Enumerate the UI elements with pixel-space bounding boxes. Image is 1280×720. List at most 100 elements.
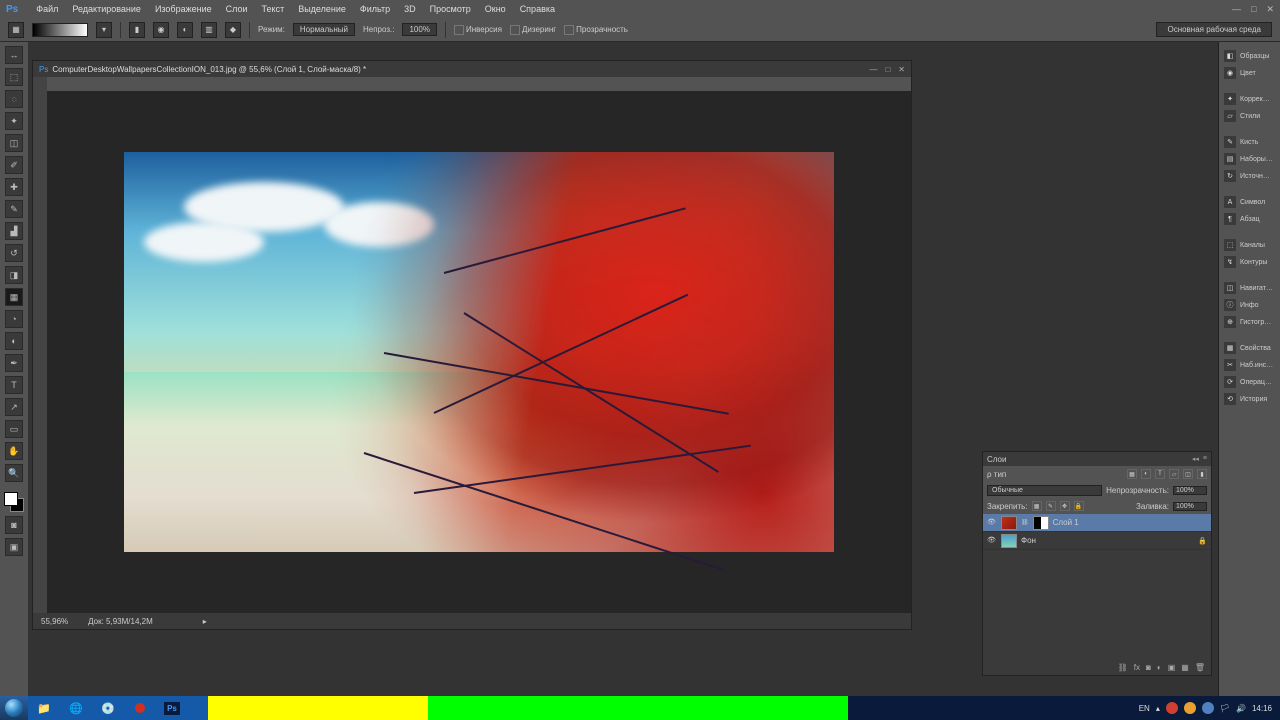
screenmode-tool[interactable]: ▣ [5, 538, 23, 556]
tray-icon[interactable] [1202, 702, 1214, 714]
wand-tool[interactable]: ✦ [5, 112, 23, 130]
gradient-type-reflected-icon[interactable]: ▥ [201, 22, 217, 38]
panel-tab[interactable]: ◫Навигат… [1221, 280, 1278, 296]
panel-tab[interactable]: ↯Контуры [1221, 254, 1278, 270]
mask-thumb[interactable] [1033, 516, 1049, 530]
panel-tab[interactable]: ✎Кисть [1221, 134, 1278, 150]
system-tray[interactable]: EN ▴ 🏳 🔊 14:16 [848, 696, 1280, 720]
mask-link-icon[interactable]: ⛓ [1021, 519, 1029, 526]
menu-select[interactable]: Выделение [298, 4, 346, 14]
menu-file[interactable]: Файл [36, 4, 58, 14]
tray-expand-icon[interactable]: ▴ [1156, 704, 1160, 713]
layer-fx-icon[interactable]: fx [1134, 663, 1140, 672]
opacity-select[interactable]: 100% [402, 23, 436, 36]
fill-input[interactable] [1173, 502, 1207, 511]
heal-tool[interactable]: ✚ [5, 178, 23, 196]
layer-thumb[interactable] [1001, 516, 1017, 530]
task-photoshop-icon[interactable]: Ps [156, 696, 188, 720]
color-swatch[interactable] [4, 492, 24, 512]
new-layer-icon[interactable]: ▦ [1181, 663, 1189, 672]
lock-position-icon[interactable]: ✥ [1060, 501, 1070, 511]
taskbar[interactable]: 📁 🌐 💿 Ps EN ▴ 🏳 🔊 14:16 [0, 696, 1280, 720]
path-tool[interactable]: ↗ [5, 398, 23, 416]
gradient-type-diamond-icon[interactable]: ◆ [225, 22, 241, 38]
task-record-icon[interactable] [124, 696, 156, 720]
new-group-icon[interactable]: ▣ [1168, 663, 1176, 672]
fg-color-swatch[interactable] [4, 492, 18, 506]
layers-panel-title[interactable]: Слои [987, 455, 1006, 464]
panel-collapse-icon[interactable]: ◂◂ [1192, 455, 1199, 463]
document-titlebar[interactable]: Ps ComputerDesktopWallpapersCollectionIO… [33, 61, 911, 77]
blend-mode-select-layers[interactable]: Обычные [987, 485, 1102, 496]
task-explorer-icon[interactable]: 📁 [28, 696, 60, 720]
tray-flag-icon[interactable]: 🏳 [1220, 704, 1230, 713]
panel-tab[interactable]: ¶Абзац [1221, 211, 1278, 227]
menu-layer[interactable]: Слои [226, 4, 248, 14]
panel-tab[interactable]: ◉Цвет [1221, 65, 1278, 81]
maximize-icon[interactable]: □ [1251, 4, 1256, 15]
panel-tab[interactable]: ⟲История [1221, 391, 1278, 407]
menu-view[interactable]: Просмотр [430, 4, 471, 14]
layers-panel[interactable]: Слои ◂◂≡ ρ тип ▦ ◐ T ▱ ◫ ▮ Обычные Непро… [982, 451, 1212, 676]
menu-3d[interactable]: 3D [404, 4, 416, 14]
history-brush-tool[interactable]: ↺ [5, 244, 23, 262]
panel-tab[interactable]: ⓘИнфо [1221, 297, 1278, 313]
filter-smart-icon[interactable]: ◫ [1183, 469, 1193, 479]
panel-tab[interactable]: ✦Коррек… [1221, 91, 1278, 107]
doc-minimize-icon[interactable]: — [869, 65, 877, 74]
filter-shape-icon[interactable]: ▱ [1169, 469, 1179, 479]
vertical-ruler[interactable] [33, 91, 47, 613]
gradient-type-linear-icon[interactable]: ▮ [129, 22, 145, 38]
clock[interactable]: 14:16 [1252, 704, 1272, 713]
menu-filter[interactable]: Фильтр [360, 4, 390, 14]
lock-pixels-icon[interactable]: ✎ [1046, 501, 1056, 511]
marquee-tool[interactable]: ⬚ [5, 68, 23, 86]
layer-mask-icon[interactable]: ◙ [1146, 663, 1151, 672]
link-layers-icon[interactable]: ⛓ [1118, 663, 1128, 672]
ruler-origin[interactable] [33, 77, 47, 91]
panel-tab[interactable]: ⊕Гистогр… [1221, 314, 1278, 330]
opacity-input-layers[interactable] [1173, 486, 1207, 495]
zoom-tool[interactable]: 🔍 [5, 464, 23, 482]
filter-toggle-icon[interactable]: ▮ [1197, 469, 1207, 479]
dodge-tool[interactable]: ◐ [5, 332, 23, 350]
doc-maximize-icon[interactable]: □ [885, 65, 890, 74]
menu-help[interactable]: Справка [520, 4, 555, 14]
task-app2-icon[interactable]: 💿 [92, 696, 124, 720]
gradient-tool[interactable]: ▦ [5, 288, 23, 306]
crop-tool[interactable]: ◫ [5, 134, 23, 152]
gradient-type-angle-icon[interactable]: ◐ [177, 22, 193, 38]
doc-close-icon[interactable]: ✕ [898, 65, 905, 74]
lock-transparent-icon[interactable]: ▦ [1032, 501, 1042, 511]
eyedropper-tool[interactable]: ✐ [5, 156, 23, 174]
eraser-tool[interactable]: ◨ [5, 266, 23, 284]
panel-tab[interactable]: ↻Источн… [1221, 168, 1278, 184]
canvas-area[interactable] [47, 91, 911, 613]
volume-icon[interactable]: 🔊 [1236, 704, 1246, 713]
minimize-icon[interactable]: — [1232, 4, 1241, 15]
hand-tool[interactable]: ✋ [5, 442, 23, 460]
task-app1-icon[interactable]: 🌐 [60, 696, 92, 720]
tray-icon[interactable] [1184, 702, 1196, 714]
panel-tab[interactable]: ◧Образцы [1221, 48, 1278, 64]
menu-text[interactable]: Текст [262, 4, 285, 14]
delete-layer-icon[interactable]: 🗑 [1195, 663, 1205, 672]
gradient-preview[interactable] [32, 23, 88, 37]
panel-tab[interactable]: ▤Наборы… [1221, 151, 1278, 167]
blur-tool[interactable]: ◔ [5, 310, 23, 328]
lock-all-icon[interactable]: 🔒 [1074, 501, 1084, 511]
lasso-tool[interactable]: ◌ [5, 90, 23, 108]
menu-edit[interactable]: Редактирование [72, 4, 141, 14]
move-tool[interactable]: ↔ [5, 46, 23, 64]
layer-thumb[interactable] [1001, 534, 1017, 548]
dither-checkbox[interactable]: Дизеринг [510, 25, 556, 35]
gradient-editor-icon[interactable]: ▾ [96, 22, 112, 38]
layer-filter-label[interactable]: ρ тип [987, 470, 1006, 479]
layers-list[interactable]: 👁 ⛓ Слой 1 👁 Фон 🔒 [983, 514, 1211, 659]
visibility-icon[interactable]: 👁 [987, 518, 997, 528]
blend-mode-select[interactable]: Нормальный [293, 23, 355, 36]
gradient-type-radial-icon[interactable]: ◉ [153, 22, 169, 38]
reverse-checkbox[interactable]: Инверсия [454, 25, 502, 35]
tray-icon[interactable] [1166, 702, 1178, 714]
canvas[interactable] [124, 152, 834, 552]
